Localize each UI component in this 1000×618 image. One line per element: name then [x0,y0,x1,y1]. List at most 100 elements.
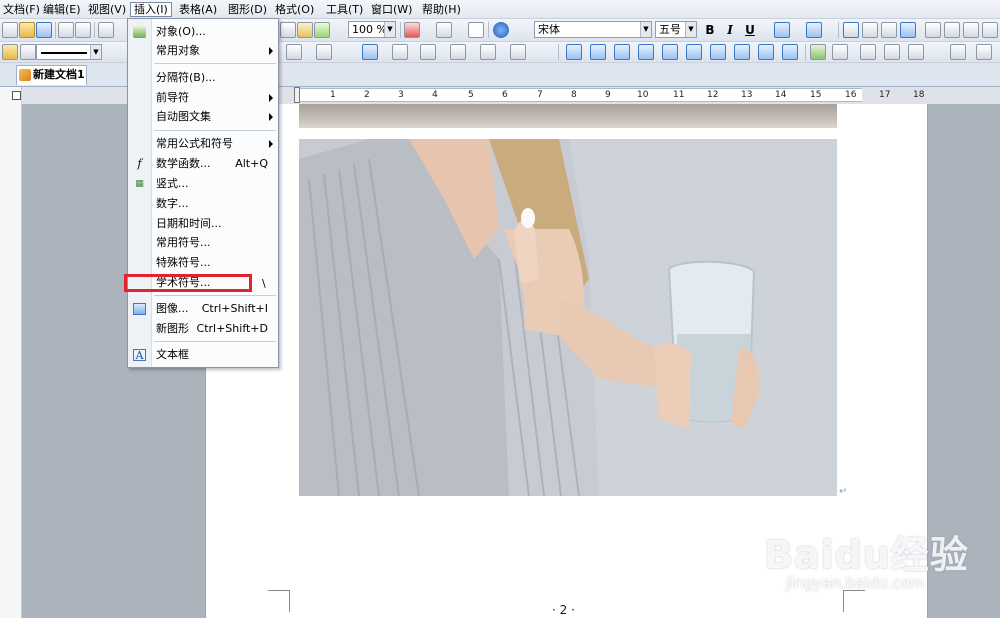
insert-image-icon[interactable] [404,22,420,38]
font-color-icon[interactable] [806,22,822,38]
menu-item-number[interactable]: 数字... [128,195,278,213]
menu-item-textbox[interactable]: A 文本框 [128,346,278,364]
chevron-down-icon[interactable]: ▼ [640,22,651,37]
ruler-tick: 13 [741,90,753,100]
ruler-tick: 7 [537,90,543,100]
paragraph-mark-icon[interactable] [468,22,484,38]
punctuation-icon[interactable] [436,22,452,38]
menu-item-new-graphic[interactable]: 新图形 Ctrl+Shift+D [128,320,278,338]
menu-item-formulas[interactable]: 常用公式和符号 [128,135,278,153]
menu-item-autotext[interactable]: 自动图文集 [128,108,278,126]
menu-tools[interactable]: 工具(T) [323,2,366,17]
indent-marker[interactable] [294,87,300,103]
menu-item-vertical-calc[interactable]: ▦ 竖式... [128,175,278,193]
print-preview-icon[interactable] [75,22,91,38]
underline-button[interactable]: U [742,22,758,38]
group-icon[interactable] [832,44,848,60]
menu-separator [154,295,276,296]
save-icon[interactable] [36,22,52,38]
chevron-down-icon[interactable]: ▼ [685,22,696,37]
menu-window[interactable]: 窗口(W) [368,2,415,17]
menu-table[interactable]: 表格(A) [176,2,220,17]
tab-label: 新建文档1 [33,68,85,81]
edit-shape-icon[interactable] [20,44,36,60]
menu-help[interactable]: 帮助(H) [419,2,464,17]
image-previous[interactable] [299,104,837,128]
menu-item-object[interactable]: 对象(O)... [128,23,278,41]
chevron-down-icon[interactable]: ▼ [90,45,101,59]
line-style-select[interactable]: ▼ [36,44,102,60]
italic-button[interactable]: I [722,22,738,38]
bulleted-list-icon[interactable] [944,22,960,38]
insert-sum-icon[interactable] [710,44,726,60]
menu-view[interactable]: 视图(V) [85,2,129,17]
menu-item-math-function[interactable]: f 数学函数... Alt+Q [128,155,278,173]
bring-forward-icon[interactable] [860,44,876,60]
new-doc-icon[interactable] [2,22,18,38]
menu-item-label: 常用对象 [156,44,200,57]
menu-graphics[interactable]: 图形(D) [225,2,270,17]
shape-tool-icon[interactable] [286,44,302,60]
menu-item-special-symbols[interactable]: 特殊符号... [128,254,278,272]
zoom-select[interactable]: 100 % ▼ [348,21,396,38]
tab-stop-selector[interactable] [12,91,21,100]
font-name-select[interactable]: 宋体 ▼ [534,21,652,38]
menu-format[interactable]: 格式(O) [272,2,317,17]
table-style-icon[interactable] [316,44,332,60]
align-objects-icon[interactable] [976,44,992,60]
merge-cells-icon[interactable] [420,44,436,60]
align-left-icon[interactable] [843,22,859,38]
menu-edit[interactable]: 编辑(E) [40,2,84,17]
vertical-ruler[interactable] [0,87,22,618]
insert-formula-icon[interactable] [590,44,606,60]
cut-icon[interactable] [98,22,114,38]
insert-integral-icon[interactable] [686,44,702,60]
help-icon[interactable] [493,22,509,38]
insert-subscript-icon[interactable] [758,44,774,60]
tab-new-document[interactable]: 新建文档1 [16,65,87,85]
menu-bar: 文档(F) 编辑(E) 视图(V) 插入(I) 表格(A) 图形(D) 格式(O… [0,0,1000,19]
chevron-down-icon[interactable]: ▼ [384,22,395,37]
font-name-value: 宋体 [538,23,560,36]
menu-item-date-time[interactable]: 日期和时间... [128,215,278,233]
menu-insert[interactable]: 插入(I) [130,2,172,17]
menu-item-common-symbols[interactable]: 常用符号... [128,234,278,252]
justify-icon[interactable] [900,22,916,38]
insert-symbol-icon[interactable] [566,44,582,60]
insert-picture-icon[interactable] [810,44,826,60]
zoom-in-icon[interactable] [297,22,313,38]
hand-tool-icon[interactable] [280,22,296,38]
insert-table-icon[interactable] [362,44,378,60]
rotate-icon[interactable] [950,44,966,60]
insert-fraction-icon[interactable] [614,44,630,60]
font-size-select[interactable]: 五号 ▼ [655,21,697,38]
insert-root-icon[interactable] [638,44,654,60]
menu-item-image[interactable]: 图像... Ctrl+Shift+I [128,300,278,318]
menu-item-label: 新图形 [156,322,189,335]
outdent-icon[interactable] [963,22,979,38]
table-border-icon[interactable] [392,44,408,60]
numbered-list-icon[interactable] [925,22,941,38]
align-right-icon[interactable] [881,22,897,38]
align-center-icon[interactable] [862,22,878,38]
insert-bracket-icon[interactable] [782,44,798,60]
zoom-out-icon[interactable] [314,22,330,38]
char-spacing-icon[interactable] [774,22,790,38]
menu-document[interactable]: 文档(F) [0,2,43,17]
bold-button[interactable]: B [702,22,718,38]
distribute-icon[interactable] [510,44,526,60]
insert-matrix-icon[interactable] [662,44,678,60]
send-backward-icon[interactable] [884,44,900,60]
print-icon[interactable] [58,22,74,38]
indent-icon[interactable] [982,22,998,38]
insert-limit-icon[interactable] [734,44,750,60]
menu-item-common-objects[interactable]: 常用对象 [128,42,278,60]
draw-pen-icon[interactable] [2,44,18,60]
inserted-photo[interactable] [299,139,837,496]
open-folder-icon[interactable] [19,22,35,38]
menu-item-leader[interactable]: 前导符 [128,89,278,107]
split-cells-icon[interactable] [450,44,466,60]
cell-align-icon[interactable] [480,44,496,60]
menu-item-break[interactable]: 分隔符(B)... [128,69,278,87]
flip-icon[interactable] [908,44,924,60]
